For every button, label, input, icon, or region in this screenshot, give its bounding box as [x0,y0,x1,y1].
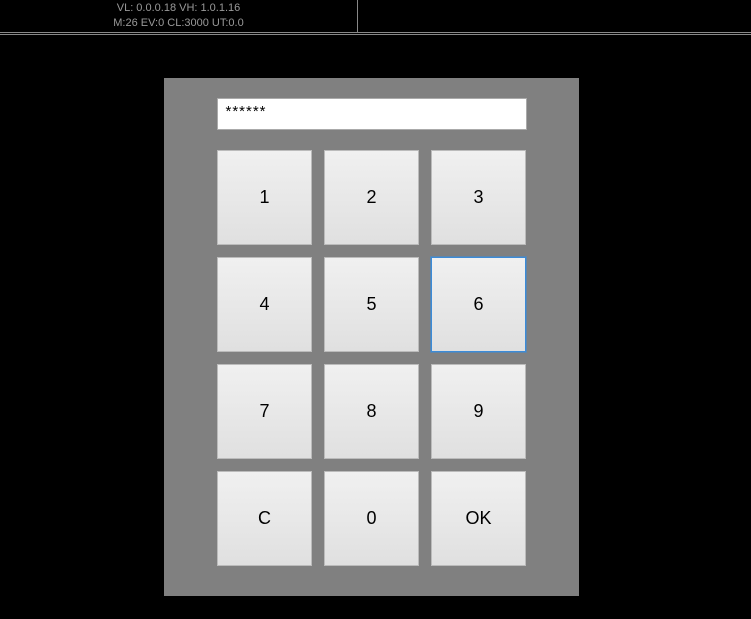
key-5[interactable]: 5 [324,257,419,352]
header-spacer [358,0,751,32]
version-line: VL: 0.0.0.18 VH: 1.0.1.16 [0,1,357,16]
header-bar: VL: 0.0.0.18 VH: 1.0.1.16 M:26 EV:0 CL:3… [0,0,751,35]
key-2[interactable]: 2 [324,150,419,245]
status-panel: VL: 0.0.0.18 VH: 1.0.1.16 M:26 EV:0 CL:3… [0,0,358,32]
key-0[interactable]: 0 [324,471,419,566]
key-1[interactable]: 1 [217,150,312,245]
metrics-line: M:26 EV:0 CL:3000 UT:0.0 [0,16,357,31]
keypad-panel: ****** 1 2 3 4 5 6 7 8 9 C 0 OK [164,78,579,596]
key-9[interactable]: 9 [431,364,526,459]
key-8[interactable]: 8 [324,364,419,459]
key-ok[interactable]: OK [431,471,526,566]
pin-display[interactable]: ****** [217,98,527,130]
key-3[interactable]: 3 [431,150,526,245]
key-7[interactable]: 7 [217,364,312,459]
key-4[interactable]: 4 [217,257,312,352]
key-6[interactable]: 6 [431,257,526,352]
keypad-grid: 1 2 3 4 5 6 7 8 9 C 0 OK [184,150,559,566]
key-clear[interactable]: C [217,471,312,566]
